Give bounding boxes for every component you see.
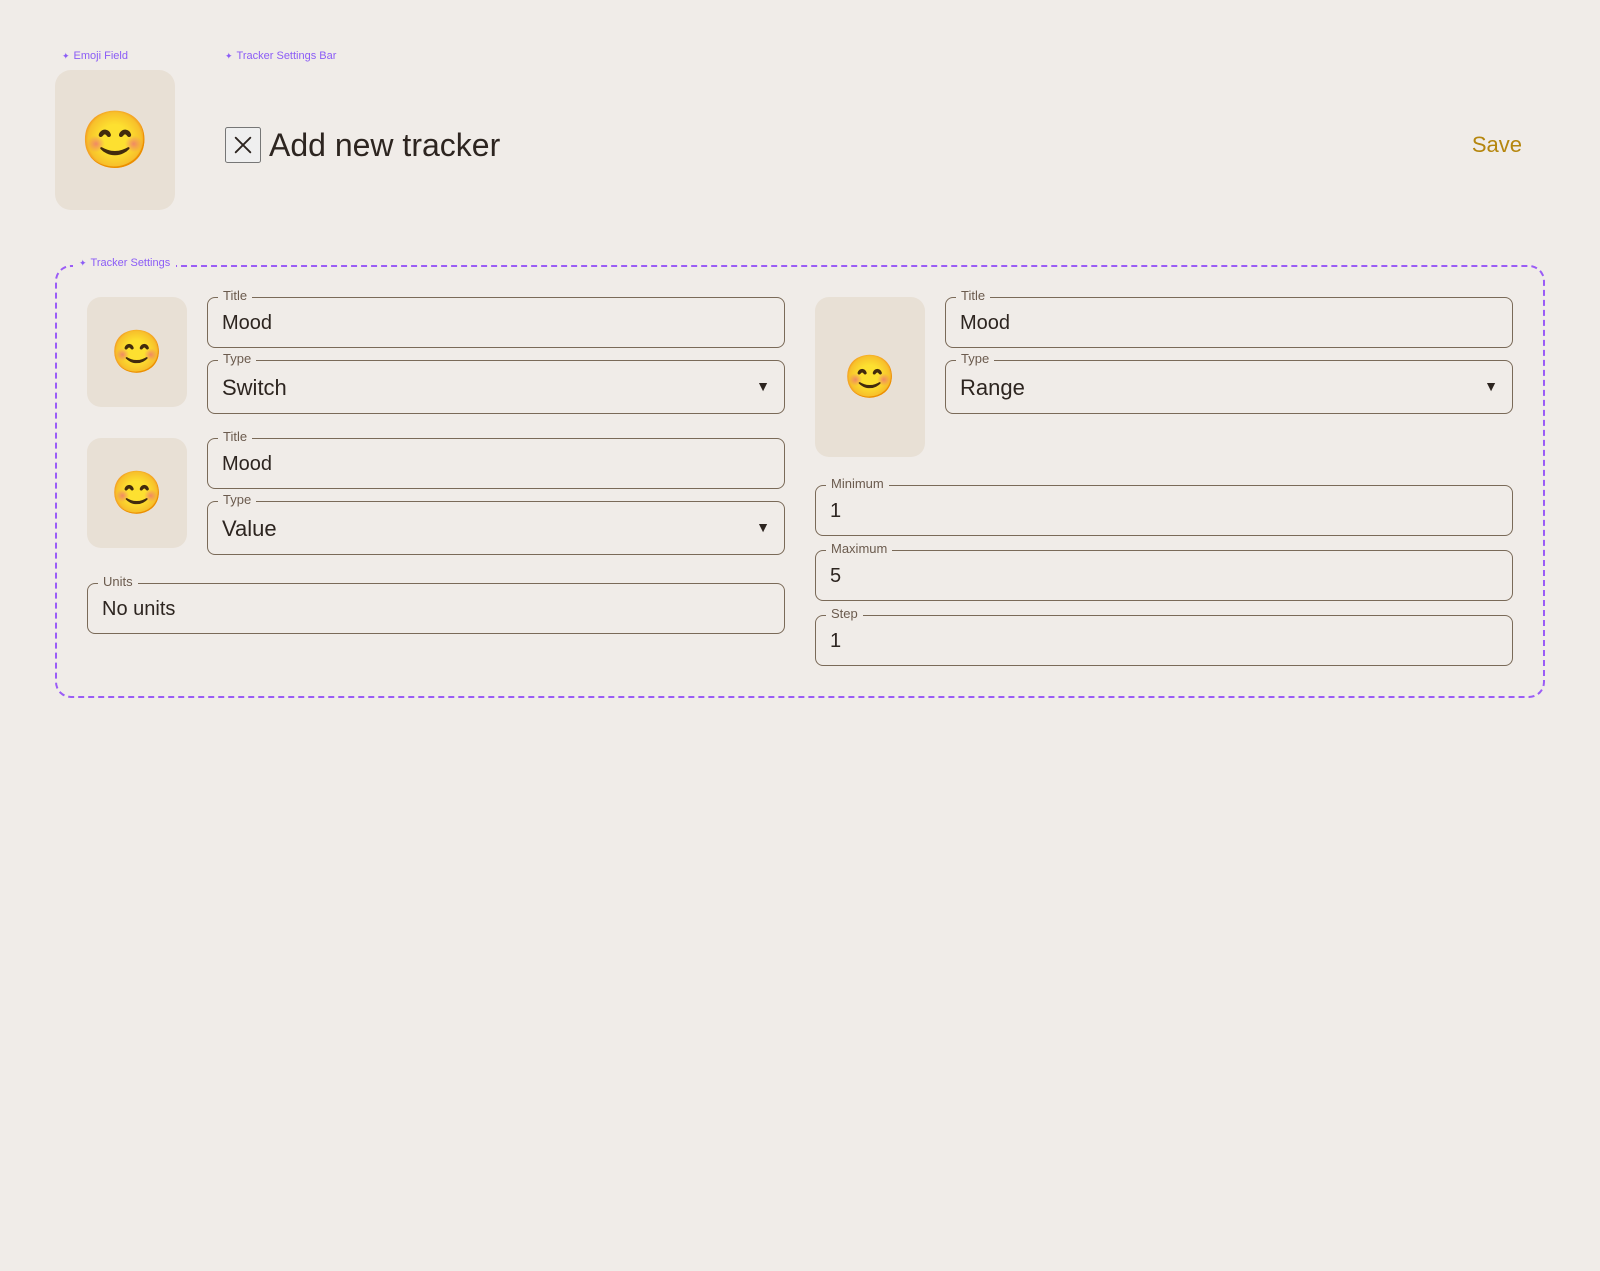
type-label-3: Type	[956, 351, 994, 366]
tracker-bar-annotation: Tracker Settings Bar	[225, 50, 336, 62]
step-label: Step	[826, 606, 863, 621]
tracker-settings-section: Tracker Settings 😊 Title Type Switc	[55, 265, 1545, 698]
step-field[interactable]: Step	[815, 615, 1513, 666]
tracker-item-value: 😊 Title Type Value ▼	[87, 438, 785, 555]
emoji-field-annotation: Emoji Field	[62, 50, 128, 62]
step-input[interactable]	[830, 626, 1498, 653]
save-button[interactable]: Save	[1456, 124, 1538, 166]
dropdown-arrow-3: ▼	[1484, 378, 1498, 394]
title-field-1[interactable]: Title	[207, 297, 785, 348]
maximum-label: Maximum	[826, 541, 892, 556]
tracker-fields-3: Title Type Range ▼	[945, 297, 1513, 414]
type-select-1[interactable]: Switch ▼	[222, 371, 770, 401]
title-label-2: Title	[218, 429, 252, 444]
tracker-emoji-card-2[interactable]: 😊	[87, 438, 187, 548]
minimum-label: Minimum	[826, 476, 889, 491]
emoji-field-emoji: 😊	[80, 112, 150, 168]
maximum-input[interactable]	[830, 561, 1498, 588]
units-label: Units	[98, 574, 138, 589]
tracker-emoji-1: 😊	[111, 331, 163, 373]
emoji-field-card[interactable]: 😊	[55, 70, 175, 210]
type-value-2: Value	[222, 512, 277, 542]
type-label-1: Type	[218, 351, 256, 366]
dropdown-arrow-2: ▼	[756, 519, 770, 535]
close-button[interactable]	[225, 127, 261, 163]
tracker-item-switch: 😊 Title Type Switch ▼	[87, 297, 785, 414]
title-field-2[interactable]: Title	[207, 438, 785, 489]
type-field-1[interactable]: Type Switch ▼	[207, 360, 785, 414]
tracker-settings-bar: Add new tracker Save	[225, 70, 1538, 220]
type-select-3[interactable]: Range ▼	[960, 371, 1498, 401]
tracker-fields-1: Title Type Switch ▼	[207, 297, 785, 414]
units-field[interactable]: Units	[87, 583, 785, 634]
right-column: 😊 Title Type Range ▼	[815, 297, 1513, 666]
type-value-1: Switch	[222, 371, 287, 401]
left-column: 😊 Title Type Switch ▼	[87, 297, 785, 666]
title-label-3: Title	[956, 288, 990, 303]
tracker-emoji-3: 😊	[844, 356, 896, 398]
minimum-field[interactable]: Minimum	[815, 485, 1513, 536]
title-input-2[interactable]	[222, 449, 770, 476]
type-select-2[interactable]: Value ▼	[222, 512, 770, 542]
type-value-3: Range	[960, 371, 1025, 401]
tracker-emoji-card-3[interactable]: 😊	[815, 297, 925, 457]
title-field-3[interactable]: Title	[945, 297, 1513, 348]
range-fields: Minimum Maximum Step	[815, 485, 1513, 666]
type-field-2[interactable]: Type Value ▼	[207, 501, 785, 555]
tracker-emoji-card-1[interactable]: 😊	[87, 297, 187, 407]
maximum-field[interactable]: Maximum	[815, 550, 1513, 601]
tracker-fields-2: Title Type Value ▼	[207, 438, 785, 555]
units-input[interactable]	[102, 594, 770, 621]
title-input-1[interactable]	[222, 308, 770, 335]
title-input-3[interactable]	[960, 308, 1498, 335]
tracker-emoji-2: 😊	[111, 472, 163, 514]
page-title: Add new tracker	[269, 127, 1456, 164]
minimum-input[interactable]	[830, 496, 1498, 523]
dropdown-arrow-1: ▼	[756, 378, 770, 394]
type-label-2: Type	[218, 492, 256, 507]
tracker-item-range: 😊 Title Type Range ▼	[815, 297, 1513, 457]
type-field-3[interactable]: Type Range ▼	[945, 360, 1513, 414]
tracker-settings-annotation: Tracker Settings	[73, 257, 176, 269]
title-label-1: Title	[218, 288, 252, 303]
